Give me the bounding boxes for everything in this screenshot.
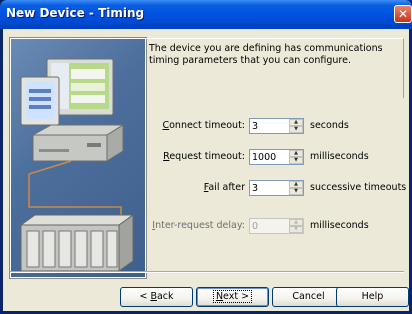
connect-timeout-input[interactable]: [252, 120, 292, 132]
fail-after-label: Fail after: [203, 182, 245, 193]
inter-request-delay-spinner[interactable]: ▲ ▼: [249, 218, 304, 234]
spin-down-icon[interactable]: ▼: [289, 126, 303, 133]
inter-request-delay-row: Inter-request delay: ▲ ▼ milliseconds: [144, 217, 406, 235]
spin-up-icon[interactable]: ▲: [289, 181, 303, 188]
inter-request-delay-label: Inter-request delay:: [152, 220, 245, 231]
window-title: New Device - Timing: [6, 6, 145, 20]
spin-down-icon[interactable]: ▼: [289, 226, 303, 233]
request-timeout-spinner[interactable]: ▲ ▼: [249, 149, 304, 165]
request-timeout-input[interactable]: [252, 151, 292, 163]
connect-timeout-unit: seconds: [310, 120, 349, 131]
fail-after-row: Fail after ▲ ▼ successive timeouts: [144, 179, 406, 197]
close-icon[interactable]: ✕: [394, 5, 412, 23]
inter-request-delay-unit: milliseconds: [310, 220, 369, 231]
wizard-illustration: [9, 37, 147, 279]
spin-up-icon[interactable]: ▲: [289, 150, 303, 157]
fail-after-spinner[interactable]: ▲ ▼: [249, 180, 304, 196]
request-timeout-unit: milliseconds: [310, 151, 369, 162]
spin-up-icon[interactable]: ▲: [289, 219, 303, 226]
spin-down-icon[interactable]: ▼: [289, 157, 303, 164]
inter-request-delay-input[interactable]: [252, 220, 292, 232]
wizard-content: The device you are defining has communic…: [3, 29, 409, 311]
fail-after-unit: successive timeouts: [310, 182, 407, 193]
request-timeout-row: Request timeout: ▲ ▼ milliseconds: [144, 148, 406, 166]
wizard-description: The device you are defining has communic…: [144, 38, 404, 98]
connect-timeout-label: Connect timeout:: [162, 120, 245, 131]
title-bar[interactable]: New Device - Timing ✕: [0, 0, 412, 29]
spin-up-icon[interactable]: ▲: [289, 119, 303, 126]
wizard-window: New Device - Timing ✕ The device you are…: [0, 0, 412, 314]
button-separator: [10, 271, 404, 273]
connect-timeout-spinner[interactable]: ▲ ▼: [249, 118, 304, 134]
connect-timeout-row: Connect timeout: ▲ ▼ seconds: [144, 117, 406, 135]
cancel-button[interactable]: Cancel: [272, 287, 345, 307]
fail-after-input[interactable]: [252, 182, 292, 194]
request-timeout-label: Request timeout:: [163, 151, 245, 162]
spin-down-icon[interactable]: ▼: [289, 188, 303, 195]
back-button[interactable]: < Back: [120, 287, 193, 307]
next-button[interactable]: Next >: [196, 287, 269, 307]
help-button[interactable]: Help: [336, 287, 409, 307]
computer-and-plc-illustration: [19, 58, 135, 272]
